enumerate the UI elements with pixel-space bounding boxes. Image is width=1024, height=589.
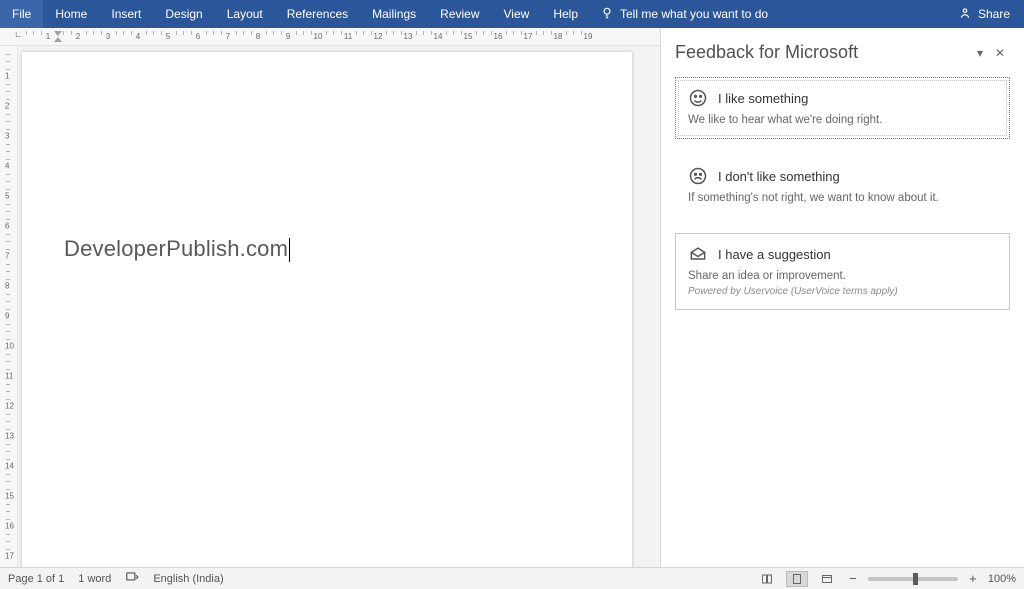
ribbon: File Home Insert Design Layout Reference… [0,0,1024,28]
tab-home[interactable]: Home [43,0,99,28]
lightbulb-icon [600,6,614,23]
feedback-pane: Feedback for Microsoft ▾ ✕ I like someth… [660,28,1024,567]
feedback-dislike-card[interactable]: I don't like something If something's no… [675,155,1010,217]
feedback-suggestion-title: I have a suggestion [718,247,831,262]
feedback-dislike-desc: If something's not right, we want to kno… [688,192,997,204]
smile-icon [688,88,708,108]
tab-insert[interactable]: Insert [99,0,153,28]
share-label: Share [978,7,1010,21]
ribbon-spacer [778,0,944,28]
share-button[interactable]: Share [944,0,1024,28]
view-web-layout[interactable] [816,571,838,587]
zoom-slider[interactable] [868,577,958,581]
tab-help[interactable]: Help [541,0,590,28]
status-word-count[interactable]: 1 word [78,573,111,585]
feedback-like-desc: We like to hear what we're doing right. [688,114,997,126]
tab-review[interactable]: Review [428,0,491,28]
page-scroll-area[interactable]: DeveloperPublish.com [18,46,660,567]
tab-layout[interactable]: Layout [215,0,275,28]
text-cursor [289,238,290,262]
feedback-dislike-title: I don't like something [718,169,840,184]
workspace: ∟ 12345678910111213141516171819 12345678… [0,28,1024,567]
document-text[interactable]: DeveloperPublish.com [64,236,290,262]
view-print-layout[interactable] [786,571,808,587]
zoom-percent[interactable]: 100% [988,573,1016,585]
spellcheck-icon[interactable] [125,570,139,587]
document-content: DeveloperPublish.com [64,236,288,261]
pane-header: Feedback for Microsoft ▾ ✕ [675,42,1010,63]
view-read-mode[interactable] [756,571,778,587]
horizontal-ruler[interactable]: ∟ 12345678910111213141516171819 [0,28,660,46]
feedback-like-card[interactable]: I like something We like to hear what we… [675,77,1010,139]
vertical-ruler[interactable]: 1234567891011121314151617 [0,46,18,567]
tell-me-placeholder: Tell me what you want to do [620,7,768,21]
frown-icon [688,166,708,186]
zoom-in-button[interactable]: + [966,571,980,586]
zoom-out-button[interactable]: − [846,571,860,586]
status-right: − + 100% [756,571,1016,587]
status-language[interactable]: English (India) [153,573,223,585]
document-canvas: 1234567891011121314151617 DeveloperPubli… [0,46,660,567]
document-area: ∟ 12345678910111213141516171819 12345678… [0,28,660,567]
share-icon [958,6,972,23]
zoom-slider-thumb[interactable] [913,573,918,585]
tab-design[interactable]: Design [153,0,214,28]
tab-mailings[interactable]: Mailings [360,0,428,28]
tab-references[interactable]: References [275,0,360,28]
mailbox-icon [688,244,708,264]
feedback-suggestion-card[interactable]: I have a suggestion Share an idea or imp… [675,233,1010,310]
status-bar: Page 1 of 1 1 word English (India) − + 1… [0,567,1024,589]
tab-file[interactable]: File [0,0,43,28]
pane-options-button[interactable]: ▾ [970,43,990,63]
feedback-suggestion-note: Powered by Uservoice (UserVoice terms ap… [688,286,997,297]
feedback-suggestion-desc: Share an idea or improvement. [688,270,997,282]
pane-title: Feedback for Microsoft [675,42,970,63]
pane-close-button[interactable]: ✕ [990,43,1010,63]
status-page[interactable]: Page 1 of 1 [8,573,64,585]
page[interactable]: DeveloperPublish.com [22,52,632,567]
feedback-like-title: I like something [718,91,808,106]
tab-view[interactable]: View [492,0,542,28]
tell-me-search[interactable]: Tell me what you want to do [590,0,778,28]
